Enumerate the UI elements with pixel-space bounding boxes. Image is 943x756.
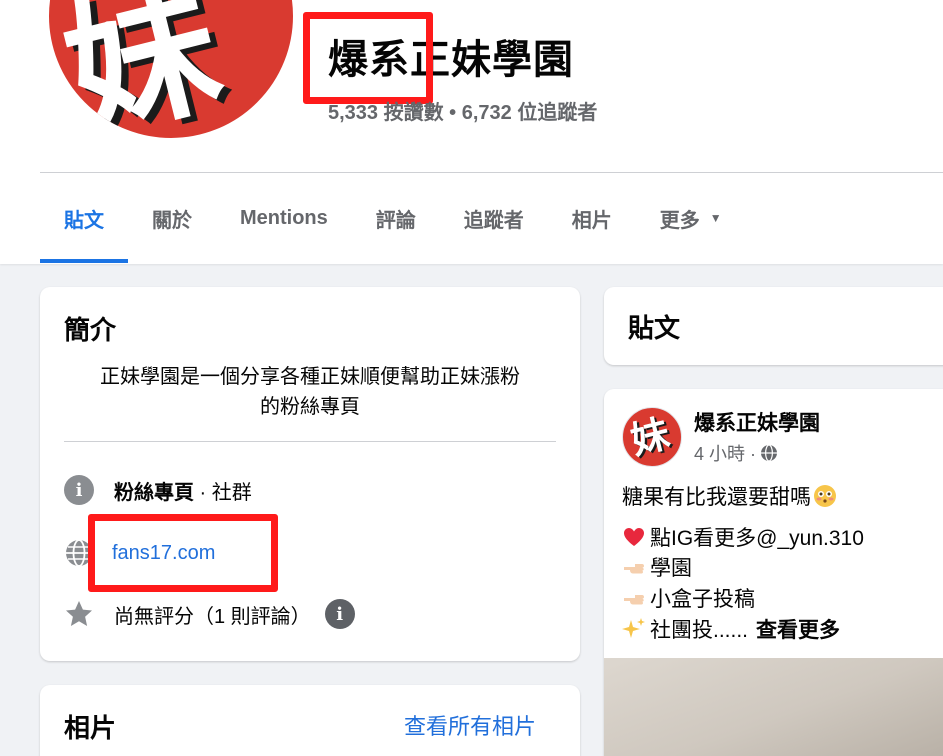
- pointing-hand-emoji-icon: [624, 595, 644, 605]
- post-text: 點IG看更多@_yun.310: [650, 527, 864, 550]
- post-meta: 4 小時 ·: [694, 440, 778, 466]
- page-stats: 5,333 按讚數 • 6,732 位追蹤者: [328, 102, 598, 124]
- photos-title: 相片: [64, 713, 117, 743]
- rating-row: 尚無評分（1 則評論） i: [64, 599, 355, 629]
- tab-about[interactable]: 關於: [128, 173, 216, 263]
- link-highlight-box: [88, 514, 278, 592]
- intro-description-line: 的粉絲專頁: [260, 396, 360, 418]
- category-sub[interactable]: · 社群: [194, 482, 252, 504]
- name-highlight-box: [303, 12, 433, 104]
- posts-section-title: 貼文: [628, 313, 681, 343]
- category-label[interactable]: 粉絲專頁: [114, 482, 194, 504]
- post-text-line: 小盒子投稿: [622, 583, 755, 613]
- page-tabs: 貼文 關於 Mentions 評論 追蹤者 相片 更多 ▼: [40, 173, 746, 263]
- intro-description-line: 正妹學園是一個分享各種正妹順便幫助正妹漲粉: [100, 366, 520, 388]
- tab-label: 貼文: [64, 209, 104, 232]
- post-text: 小盒子投稿: [650, 588, 755, 611]
- post-text-line: 點IG看更多@_yun.310: [622, 522, 864, 552]
- tab-label: 更多: [659, 209, 700, 232]
- tab-label: 相片: [571, 209, 612, 232]
- pointing-hand-emoji-icon: [624, 564, 644, 574]
- category-text: 粉絲專頁 · 社群: [114, 476, 252, 505]
- post-author-name[interactable]: 爆系正妹學園: [694, 407, 820, 437]
- tab-posts[interactable]: 貼文: [40, 173, 128, 263]
- sparkles-emoji-icon: [622, 618, 645, 638]
- globe-icon: [761, 444, 778, 462]
- intro-divider: [64, 441, 556, 442]
- post-author-avatar[interactable]: 妹: [622, 407, 682, 467]
- post-image[interactable]: [604, 658, 943, 756]
- post-avatar-glyph: 妹: [626, 411, 674, 463]
- post-text-line: 社團投...... 查看更多: [622, 614, 840, 644]
- tab-label: 評論: [375, 209, 416, 232]
- tab-label: Mentions: [240, 206, 328, 229]
- info-icon: i: [64, 475, 94, 505]
- heart-emoji-icon: [624, 528, 644, 546]
- star-icon: [66, 601, 92, 626]
- see-more-link[interactable]: 查看更多: [756, 614, 840, 644]
- tab-more[interactable]: 更多 ▼: [636, 173, 746, 263]
- post-text: 社團投......: [650, 619, 749, 642]
- post-text: 糖果有比我還要甜嗎: [622, 486, 811, 509]
- rating-text: 尚無評分（1 則評論）: [114, 605, 311, 628]
- tab-label: 追蹤者: [463, 209, 524, 232]
- post-time[interactable]: 4 小時 ·: [694, 440, 756, 466]
- see-all-photos-link[interactable]: 查看所有相片: [404, 709, 536, 741]
- intro-description: 正妹學園是一個分享各種正妹順便幫助正妹漲粉 的粉絲專頁: [64, 362, 556, 422]
- category-row: i 粉絲專頁 · 社群: [64, 475, 252, 505]
- tab-followers[interactable]: 追蹤者: [440, 173, 548, 263]
- intro-title: 簡介: [64, 315, 117, 345]
- caret-down-icon: ▼: [709, 211, 722, 225]
- tab-reviews[interactable]: 評論: [352, 173, 440, 263]
- post-text-line: 糖果有比我還要甜嗎: [622, 481, 841, 511]
- tab-label: 關於: [152, 209, 192, 232]
- post-text: 學園: [650, 557, 692, 580]
- tab-photos[interactable]: 相片: [548, 173, 636, 263]
- post-text-line: 學園: [622, 552, 692, 582]
- tab-mentions[interactable]: Mentions: [216, 173, 352, 263]
- flushed-face-emoji-icon: [814, 485, 836, 507]
- rating-info-icon[interactable]: i: [324, 599, 355, 629]
